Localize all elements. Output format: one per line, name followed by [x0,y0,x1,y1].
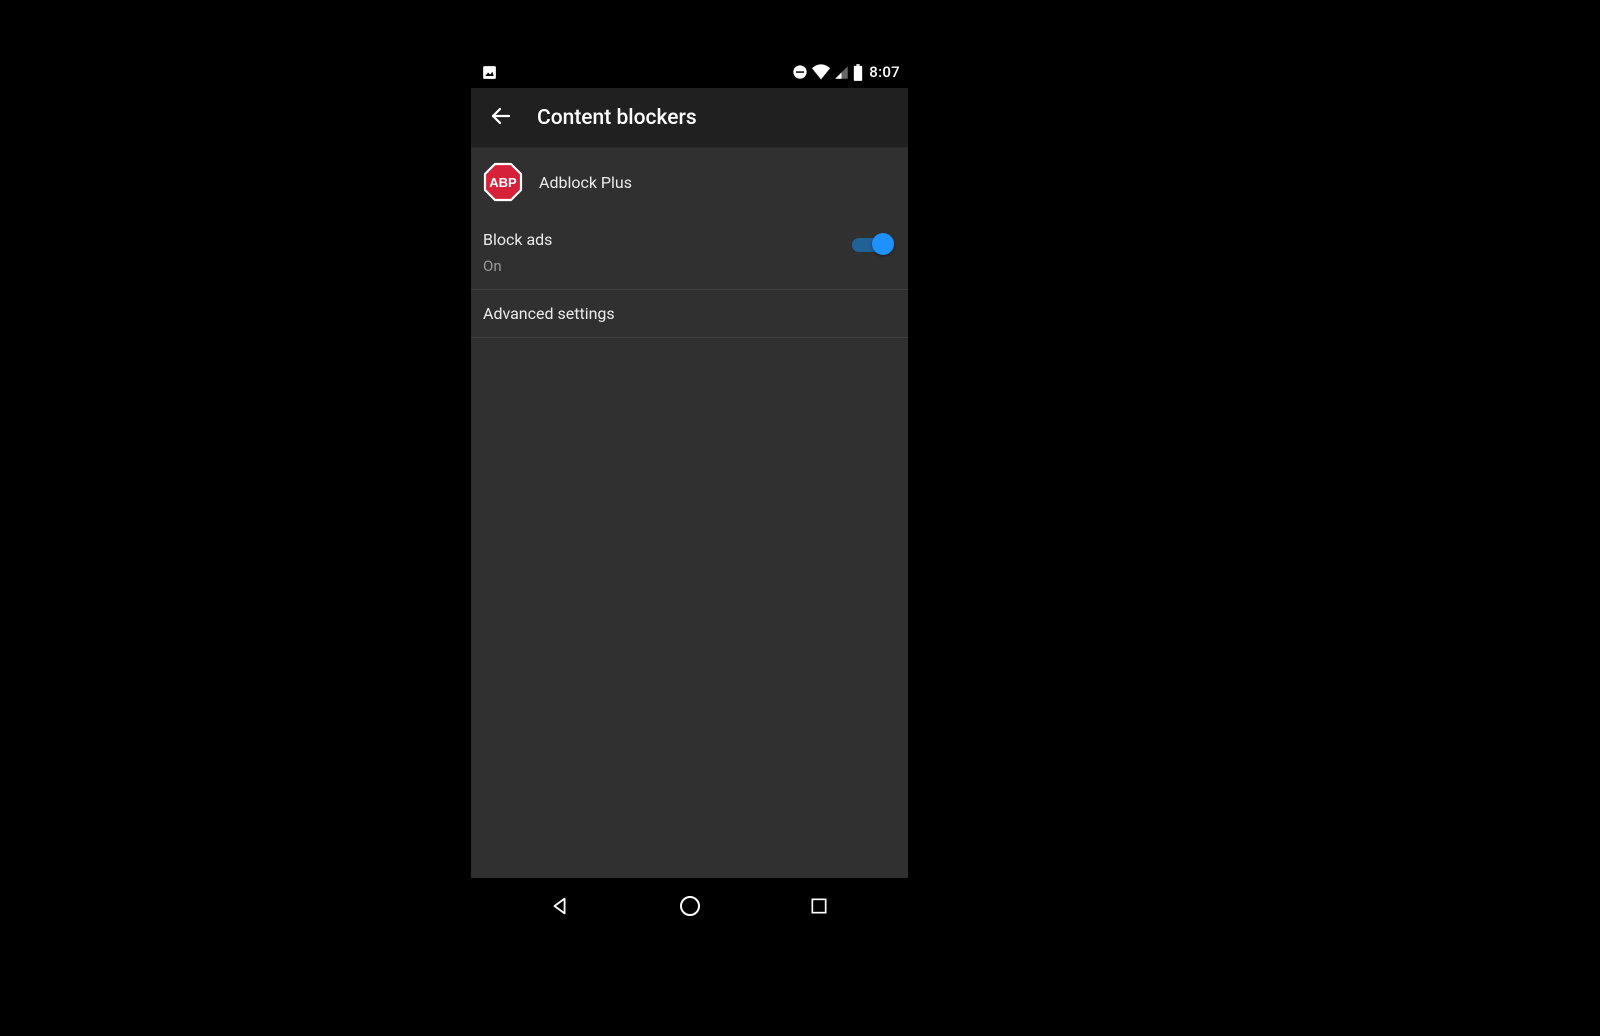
status-bar: 8:07 [471,56,908,88]
battery-icon [853,64,863,81]
wifi-icon [812,64,830,80]
arrow-left-icon [489,104,513,132]
page-title: Content blockers [537,106,697,130]
back-button[interactable] [479,96,523,140]
block-ads-toggle[interactable] [852,232,892,256]
image-notification-icon [481,64,498,81]
svg-text:ABP: ABP [489,175,517,190]
android-nav-bar [471,878,908,938]
nav-back-icon [549,895,571,921]
advanced-settings-label: Advanced settings [483,304,892,323]
block-ads-status: On [483,257,840,275]
nav-recents-button[interactable] [779,884,859,932]
block-ads-label: Block ads [483,230,840,249]
block-ads-row[interactable]: Block ads On [471,216,908,290]
app-bar: Content blockers [471,88,908,148]
abp-icon: ABP [483,162,523,202]
content-area: ABP Adblock Plus Block ads On Advanced s… [471,148,908,878]
nav-home-button[interactable] [650,884,730,932]
device-frame: 8:07 Content blockers ABP Adblock Plus [471,56,908,878]
blocker-header: ABP Adblock Plus [471,148,908,216]
cell-signal-icon [834,65,849,80]
advanced-settings-row[interactable]: Advanced settings [471,290,908,338]
blocker-name: Adblock Plus [539,173,632,192]
nav-recents-icon [809,896,829,920]
dnd-icon [792,64,808,80]
status-clock: 8:07 [869,63,900,81]
nav-home-icon [678,894,702,922]
nav-back-button[interactable] [520,884,600,932]
